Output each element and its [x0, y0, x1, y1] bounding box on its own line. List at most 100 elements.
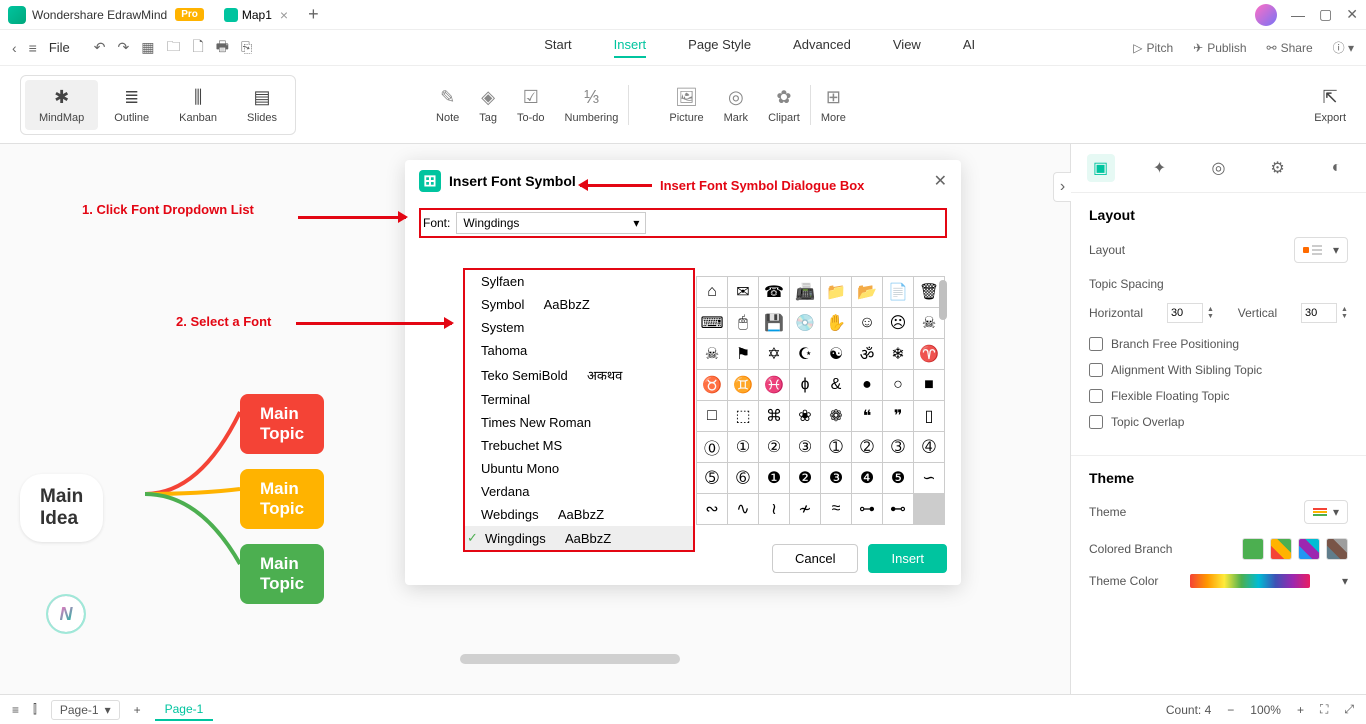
quick-icon-4[interactable]: ⎘ [241, 39, 252, 56]
symbol-cell[interactable]: ☠ [697, 339, 727, 369]
print-icon[interactable]: 🖶 [216, 36, 229, 60]
pitch-button[interactable]: ▷Pitch [1133, 41, 1173, 55]
tab-advanced[interactable]: Advanced [793, 37, 851, 58]
symbol-cell[interactable]: ≀ [759, 494, 789, 524]
cancel-button[interactable]: Cancel [772, 544, 858, 573]
symbol-cell[interactable]: ≁ [790, 494, 820, 524]
symbol-cell[interactable]: ➅ [728, 463, 758, 493]
tag-button[interactable]: ◈Tag [479, 86, 497, 124]
tab-view[interactable]: View [893, 37, 921, 58]
swatch[interactable] [1298, 538, 1320, 560]
symbol-cell[interactable]: ② [759, 432, 789, 462]
symbol-cell[interactable]: □ [697, 401, 727, 431]
symbol-cell[interactable]: 📂 [852, 277, 882, 307]
horizontal-scrollbar[interactable] [460, 654, 680, 664]
symbol-cell[interactable]: ⚑ [728, 339, 758, 369]
close-button[interactable]: ✕ [1346, 6, 1358, 23]
font-option[interactable]: Terminal [465, 388, 693, 411]
symbol-cell[interactable]: ∾ [697, 494, 727, 524]
zoom-level[interactable]: 100% [1250, 703, 1281, 717]
topic-node-1[interactable]: Main Topic [240, 394, 324, 454]
tab-insert[interactable]: Insert [614, 37, 647, 58]
symbol-cell[interactable]: & [821, 370, 851, 400]
symbol-scrollbar[interactable] [939, 280, 947, 320]
outline-view-button[interactable]: ≣Outline [100, 80, 163, 130]
symbol-cell[interactable]: 💾 [759, 308, 789, 338]
font-option[interactable]: Webdings AaBbzZ [465, 503, 693, 526]
page-tab[interactable]: Page-1 [155, 699, 214, 721]
tab-page-style[interactable]: Page Style [688, 37, 751, 58]
symbol-cell[interactable]: 📠 [790, 277, 820, 307]
panel-tab-history[interactable]: ◐ [1323, 154, 1351, 182]
quick-icon-3[interactable]: 🗋 [193, 36, 204, 60]
page-selector[interactable]: Page-1▾ [51, 700, 120, 720]
redo-icon[interactable]: ↷ [118, 39, 130, 56]
zoom-in-button[interactable]: + [1297, 703, 1304, 717]
symbol-cell[interactable]: ☎ [759, 277, 789, 307]
slides-view-button[interactable]: ▤Slides [233, 80, 291, 130]
symbol-cell[interactable]: ➂ [883, 432, 913, 462]
quick-icon-1[interactable]: ▦ [141, 39, 154, 56]
symbol-cell[interactable]: ■ [914, 370, 944, 400]
symbol-cell[interactable]: ☺ [852, 308, 882, 338]
symbol-cell[interactable]: ➀ [821, 432, 851, 462]
horizontal-input[interactable] [1167, 303, 1203, 323]
topic-node-3[interactable]: Main Topic [240, 544, 324, 604]
panel-tab-layout[interactable]: ▣ [1087, 154, 1115, 182]
symbol-cell[interactable]: ❞ [883, 401, 913, 431]
main-idea-node[interactable]: Main Idea [20, 474, 103, 542]
back-icon[interactable]: ‹ [12, 40, 17, 56]
font-option[interactable]: Times New Roman [465, 411, 693, 434]
tab-ai[interactable]: AI [963, 37, 975, 58]
symbol-cell[interactable]: ☹ [883, 308, 913, 338]
theme-color-strip[interactable] [1190, 574, 1310, 588]
add-page-button[interactable]: + [134, 703, 141, 717]
dialog-close-button[interactable]: ✕ [934, 171, 947, 191]
document-tab[interactable]: Map1 × [216, 3, 296, 27]
sb-icon[interactable]: ≡ [12, 703, 19, 717]
sb-icon[interactable]: ⫿ [33, 702, 37, 717]
new-tab-button[interactable]: + [308, 4, 319, 25]
topic-node-2[interactable]: Main Topic [240, 469, 324, 529]
symbol-cell[interactable]: ♈ [914, 339, 944, 369]
branch-free-checkbox[interactable]: Branch Free Positioning [1089, 337, 1348, 351]
symbol-cell[interactable]: ⌨ [697, 308, 727, 338]
share-button[interactable]: ⚯Share [1267, 41, 1313, 55]
vertical-input[interactable] [1301, 303, 1337, 323]
symbol-cell[interactable]: ❷ [790, 463, 820, 493]
symbol-cell[interactable]: ⌂ [697, 277, 727, 307]
insert-button[interactable]: Insert [868, 544, 947, 573]
menu-icon[interactable]: ≡ [29, 40, 37, 56]
symbol-cell[interactable]: ⊷ [883, 494, 913, 524]
symbol-cell[interactable]: ✉ [728, 277, 758, 307]
zoom-out-button[interactable]: − [1227, 703, 1234, 717]
swatch[interactable] [1326, 538, 1348, 560]
symbol-cell[interactable]: ❁ [821, 401, 851, 431]
tab-close-icon[interactable]: × [280, 7, 288, 23]
symbol-cell[interactable]: ☪ [790, 339, 820, 369]
symbol-cell[interactable]: ❝ [852, 401, 882, 431]
tab-start[interactable]: Start [544, 37, 571, 58]
symbol-cell[interactable]: ➃ [914, 432, 944, 462]
fit-button[interactable]: ⛶ [1320, 702, 1328, 717]
mindmap-view-button[interactable]: ✱MindMap [25, 80, 98, 130]
swatch[interactable] [1242, 538, 1264, 560]
symbol-cell[interactable]: ɸ [790, 370, 820, 400]
symbol-cell[interactable]: ⊶ [852, 494, 882, 524]
symbol-cell[interactable]: 📄 [883, 277, 913, 307]
symbol-cell[interactable]: ❶ [759, 463, 789, 493]
user-avatar[interactable] [1255, 4, 1277, 26]
symbol-cell[interactable]: ⌘ [759, 401, 789, 431]
fullscreen-button[interactable]: ⤢ [1344, 702, 1354, 717]
symbol-cell[interactable]: 💿 [790, 308, 820, 338]
symbol-cell[interactable]: 📁 [821, 277, 851, 307]
font-option[interactable]: Symbol AaBbzZ [465, 293, 693, 316]
font-option[interactable]: Ubuntu Mono [465, 457, 693, 480]
minimize-button[interactable]: — [1291, 7, 1305, 23]
symbol-cell[interactable]: ✋ [821, 308, 851, 338]
spinner[interactable]: ▲▼ [1207, 306, 1214, 320]
collapse-panel-button[interactable]: › [1053, 172, 1071, 202]
symbol-cell[interactable]: ➄ [697, 463, 727, 493]
quick-icon-2[interactable]: 🗀 [167, 36, 181, 60]
font-option[interactable]: Verdana [465, 480, 693, 503]
